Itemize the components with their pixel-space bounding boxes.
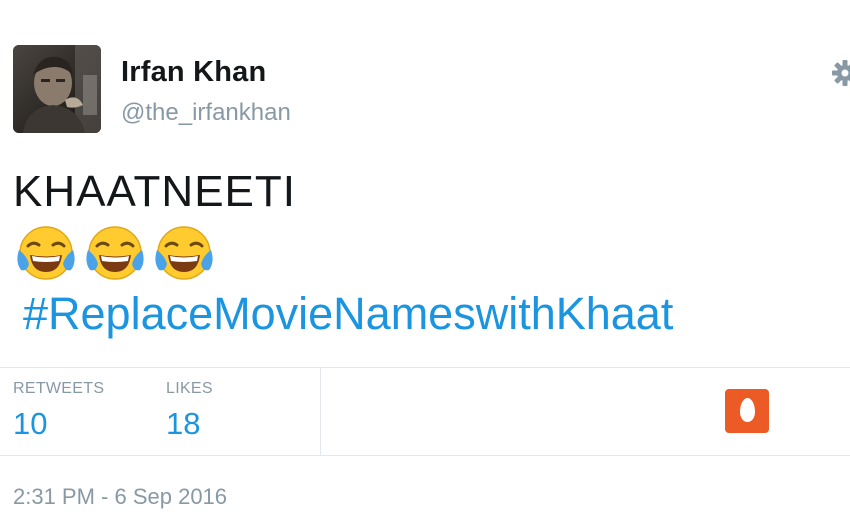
- author-name[interactable]: Irfan Khan: [121, 56, 266, 89]
- author-handle[interactable]: @the_irfankhan: [121, 99, 291, 127]
- egg-icon: [740, 398, 755, 422]
- tweet-timestamp[interactable]: 2:31 PM - 6 Sep 2016: [13, 484, 227, 510]
- tears-of-joy-emoji-icon: [155, 226, 213, 280]
- likes-label: LIKES: [166, 380, 213, 397]
- stats-top-divider: [0, 367, 850, 368]
- gear-icon[interactable]: [830, 58, 850, 88]
- retweets-label: RETWEETS: [13, 380, 105, 397]
- stats-bottom-divider: [0, 455, 850, 456]
- likes-count[interactable]: 18: [166, 406, 200, 442]
- avatar[interactable]: [13, 45, 101, 133]
- tweet-text: KHAATNEETI: [13, 167, 297, 216]
- tears-of-joy-emoji-icon: [17, 226, 75, 280]
- hashtag-link[interactable]: #ReplaceMovieNameswithKhaat: [23, 291, 673, 336]
- tears-of-joy-emoji-icon: [86, 226, 144, 280]
- egg-avatar-badge[interactable]: [725, 389, 769, 433]
- stats-vertical-divider: [320, 368, 321, 455]
- retweets-count[interactable]: 10: [13, 406, 47, 442]
